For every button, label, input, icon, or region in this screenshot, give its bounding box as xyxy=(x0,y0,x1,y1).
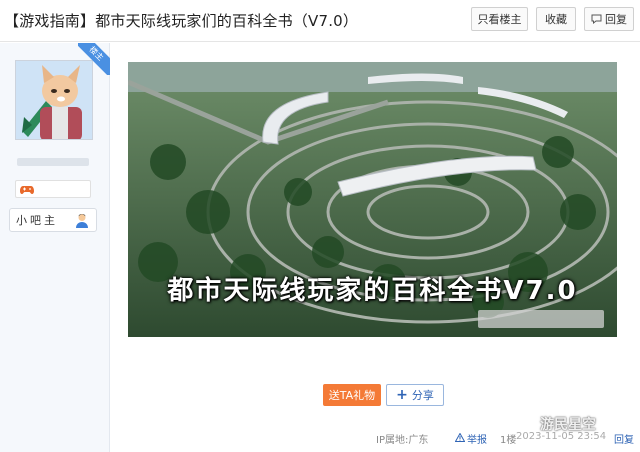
level-badge[interactable] xyxy=(15,180,91,198)
report-label: 举报 xyxy=(467,435,487,446)
role-badge: 小吧主 xyxy=(9,208,97,232)
share-button-label: 分享 xyxy=(411,389,434,402)
comment-icon xyxy=(591,14,602,24)
moderator-icon xyxy=(74,212,90,231)
reply-link[interactable]: 回复 xyxy=(614,431,634,446)
send-gift-button[interactable]: 送TA礼物 xyxy=(323,384,381,406)
post-hero-image[interactable]: 都市天际线玩家的百科全书V7.0 xyxy=(128,62,617,337)
username-redacted xyxy=(17,158,89,166)
op-badge: 楼主 xyxy=(78,43,110,75)
share-button[interactable]: + 分享 xyxy=(386,384,444,406)
favorite-button[interactable]: 收藏 xyxy=(536,7,576,31)
ip-location: IP属地:广东 xyxy=(376,435,429,446)
hero-caption: 都市天际线玩家的百科全书V7.0 xyxy=(167,276,578,306)
floor-number: 1楼 xyxy=(500,435,517,446)
op-badge-label: 楼主 xyxy=(78,43,110,75)
role-label: 小吧主 xyxy=(16,214,58,227)
warning-icon xyxy=(454,431,466,445)
gamepad-icon xyxy=(20,180,34,199)
reply-button-label: 回复 xyxy=(605,13,627,26)
post-header: 【游戏指南】都市天际线玩家们的百科全书（V7.0） 只看楼主 收藏 回复 xyxy=(0,0,640,42)
post-title: 【游戏指南】都市天际线玩家们的百科全书（V7.0） xyxy=(4,12,359,30)
site-watermark: 游民星空 xyxy=(540,417,596,433)
report-link[interactable]: 举报 xyxy=(454,431,487,446)
reply-button[interactable]: 回复 xyxy=(584,7,634,31)
author-sidebar: 楼主 小吧主 xyxy=(0,43,110,452)
plus-icon: + xyxy=(396,387,408,403)
image-watermark-redacted xyxy=(478,310,604,328)
only-op-button[interactable]: 只看楼主 xyxy=(471,7,528,31)
